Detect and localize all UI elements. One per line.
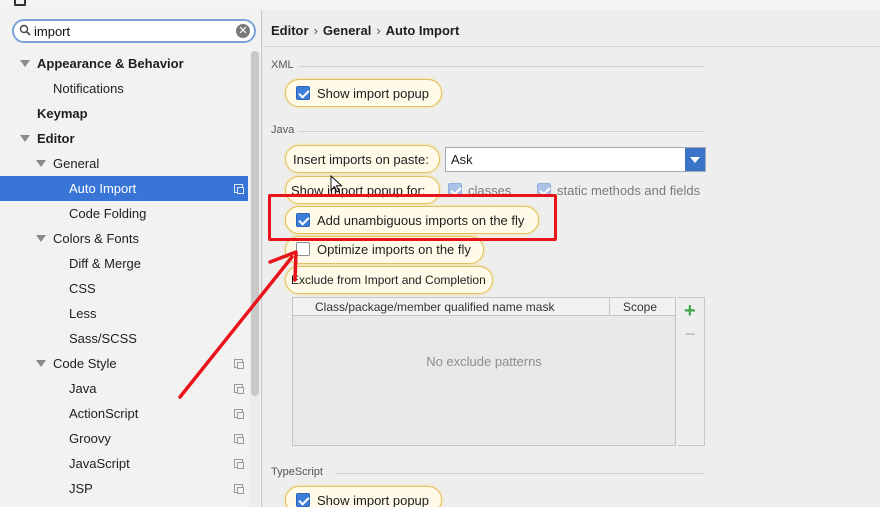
copy-icon [234,184,244,194]
copy-icon [234,434,244,444]
sidebar-item[interactable]: JavaScript [0,451,248,476]
sidebar-item[interactable]: Diff & Merge [0,251,248,276]
breadcrumb-separator: › [313,23,318,38]
chevron-down-icon[interactable] [20,135,30,142]
sidebar-item[interactable]: Editor [0,126,248,151]
sidebar-item[interactable]: Keymap [0,101,248,126]
app-icon [14,0,26,6]
exclude-table-header: Class/package/member qualified name mask… [293,298,675,316]
sidebar-item-label: JavaScript [69,456,130,471]
ts-show-import-popup-checkbox[interactable] [296,493,310,507]
table-toolbar: + − [678,297,705,446]
section-divider [299,131,704,132]
title-bar [0,0,880,10]
section-divider [299,66,704,67]
sidebar-item-label: Editor [37,131,75,146]
exclude-table[interactable]: Class/package/member qualified name mask… [292,297,676,446]
sidebar-item[interactable]: Sass/SCSS [0,326,248,351]
highlight-box [268,194,557,241]
section-divider [335,473,704,474]
sidebar-item[interactable]: Groovy [0,426,248,451]
sidebar-item-label: General [53,156,100,171]
optimize-imports-label: Optimize imports on the fly [317,242,471,257]
breadcrumb-separator: › [376,23,381,38]
header-divider [263,46,880,47]
clear-icon[interactable]: ✕ [236,24,250,38]
chevron-down-icon[interactable] [685,148,705,171]
search-input[interactable] [34,23,230,40]
sidebar-item-label: Groovy [69,431,111,446]
chevron-down-icon[interactable] [36,235,46,242]
section-title-typescript: TypeScript [271,466,323,478]
sidebar-item-label: CSS [69,281,96,296]
sidebar-item-label: Colors & Fonts [53,231,139,246]
sidebar-item[interactable]: Colors & Fonts [0,226,248,251]
section-title-java: Java [271,124,295,136]
copy-icon [234,384,244,394]
optimize-imports-checkbox[interactable] [296,242,310,256]
sidebar-item[interactable]: ActionScript [0,401,248,426]
copy-icon [234,359,244,369]
sidebar-item-label: Diff & Merge [69,256,142,271]
sidebar-item-label: Code Folding [69,206,147,221]
sidebar-item[interactable]: Appearance & Behavior [0,51,248,76]
scrollbar-thumb[interactable] [251,51,259,396]
sidebar-item-label: Code Style [53,356,117,371]
sidebar-item-label: Appearance & Behavior [37,56,184,71]
xml-show-import-popup-checkbox[interactable] [296,86,310,100]
sidebar-item[interactable]: CSS [0,276,248,301]
exclude-title: Exclude from Import and Completion [291,273,486,287]
insert-imports-select[interactable]: Ask [445,147,706,172]
sidebar-item-label: JSP [69,481,93,496]
chevron-down-icon[interactable] [20,60,30,67]
mouse-cursor-icon [330,175,343,193]
search-box[interactable]: ✕ [12,19,256,43]
breadcrumb: Editor › General › Auto Import [271,23,459,38]
breadcrumb-editor: Editor [271,23,309,38]
chevron-down-icon[interactable] [36,360,46,367]
breadcrumb-auto-import: Auto Import [385,23,460,38]
empty-table-message: No exclude patterns [426,354,542,369]
sidebar-item-label: ActionScript [69,406,139,421]
sidebar-item-label: Notifications [53,81,124,96]
sidebar-item[interactable]: Auto Import [0,176,248,201]
settings-content: Editor › General › Auto Import XML Show impo… [263,10,880,507]
sidebar-item[interactable]: JSP [0,476,248,501]
column-header-mask[interactable]: Class/package/member qualified name mask [315,300,554,314]
xml-show-import-popup-label: Show import popup [317,86,430,101]
copy-icon [234,484,244,494]
settings-tree: Appearance & Behavior Notifications Keymap… [0,51,248,501]
sidebar-item[interactable]: Java [0,376,248,401]
chevron-down-icon[interactable] [36,160,46,167]
static-methods-label: static methods and fields [557,183,701,198]
column-header-scope[interactable]: Scope [623,300,657,314]
breadcrumb-general: General [322,23,372,38]
sidebar-item[interactable]: Code Folding [0,201,248,226]
sidebar-item-label: Keymap [37,106,88,121]
sidebar-item[interactable]: Less [0,301,248,326]
sidebar-item[interactable]: Notifications [0,76,248,101]
search-icon [19,24,31,36]
sidebar-scrollbar[interactable] [250,51,260,507]
add-icon[interactable]: + [684,301,696,321]
ts-show-import-popup-label: Show import popup [317,493,430,507]
sidebar-item[interactable]: Code Style [0,351,248,376]
copy-icon [234,409,244,419]
insert-imports-label: Insert imports on paste: [293,152,429,167]
sidebar-item-label: Auto Import [69,181,137,196]
settings-sidebar: ✕ Appearance & Behavior Notifications Keym… [0,10,262,507]
section-title-xml: XML [271,59,294,71]
copy-icon [234,459,244,469]
sidebar-item-label: Less [69,306,97,321]
remove-icon[interactable]: − [685,325,696,343]
sidebar-item-label: Sass/SCSS [69,331,137,346]
sidebar-item-label: Java [69,381,97,396]
sidebar-item[interactable]: General [0,151,248,176]
insert-imports-value: Ask [451,152,473,167]
column-divider [609,298,610,316]
